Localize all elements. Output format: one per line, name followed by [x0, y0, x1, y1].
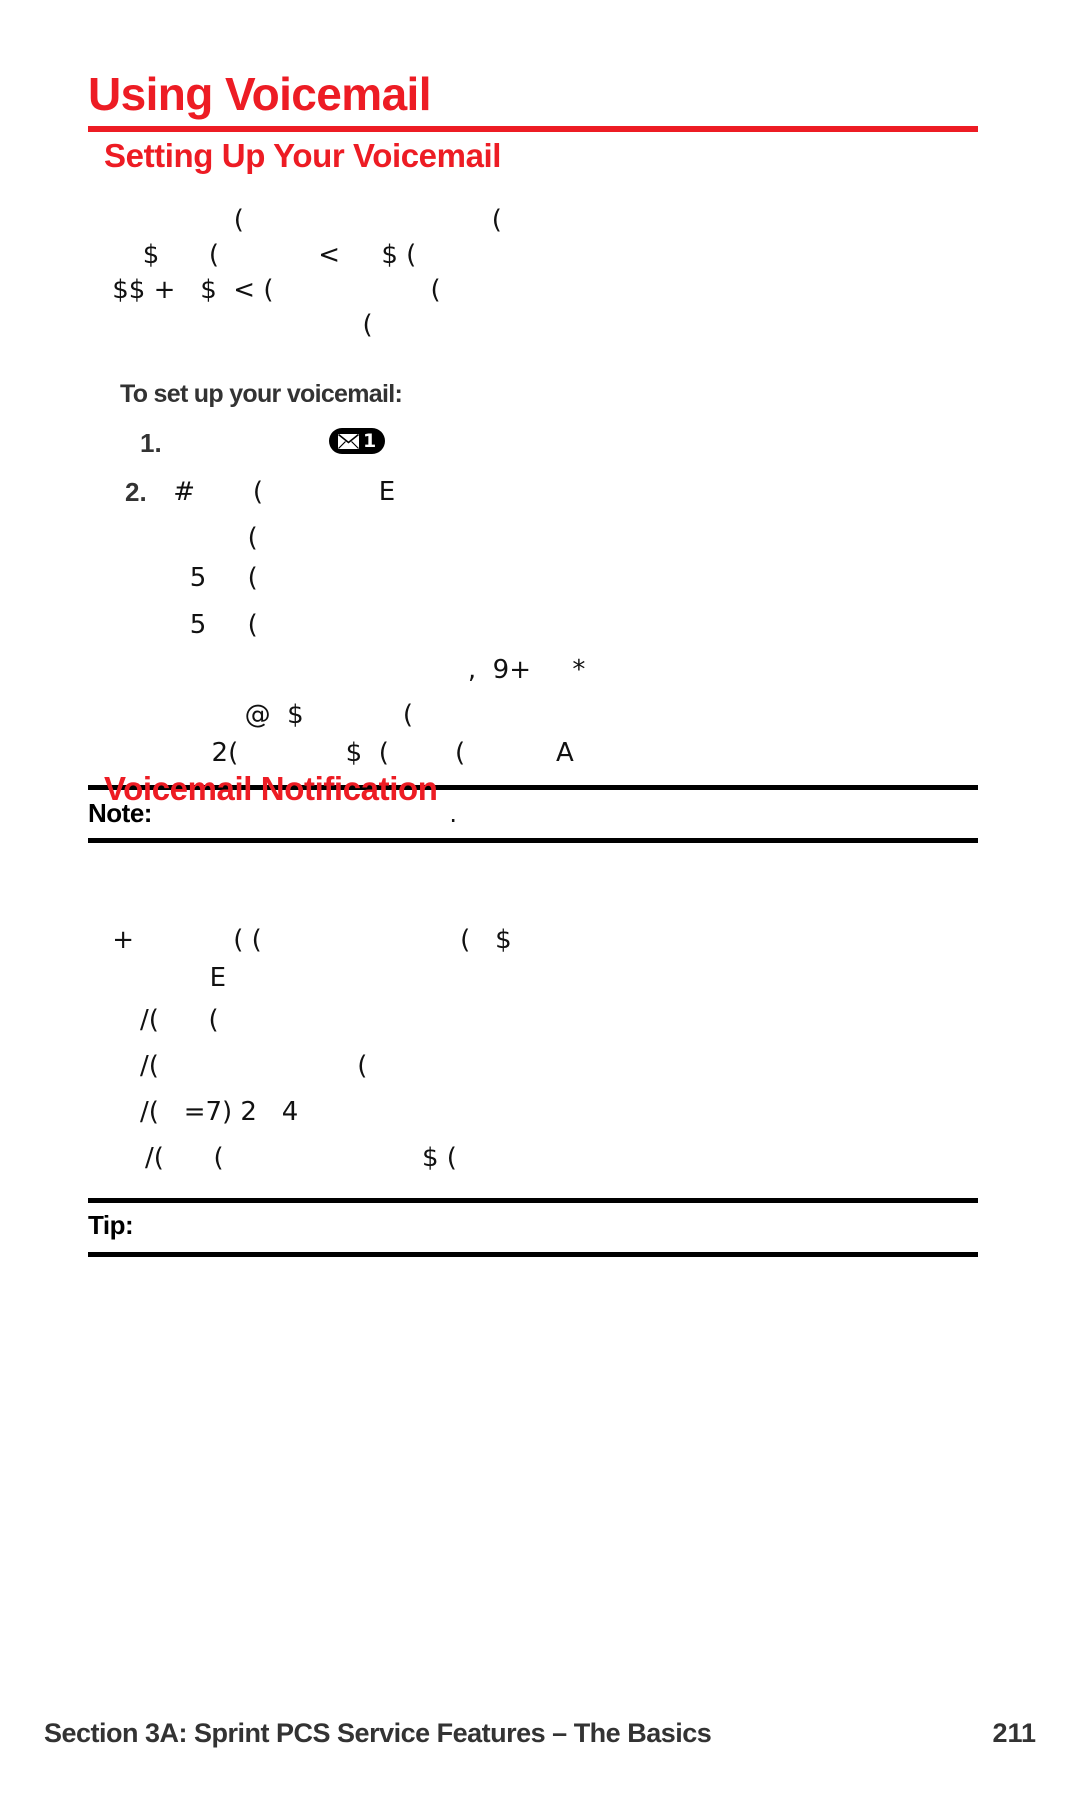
- title-divider: [88, 126, 978, 132]
- intro-line: + ( ( ( $: [104, 925, 512, 955]
- section-heading-setting-up: Setting Up Your Voicemail: [104, 137, 502, 174]
- step-detail-line: (: [165, 523, 258, 553]
- step-text: # ( E: [165, 477, 396, 507]
- runin-heading-set-up: To set up your voicemail:: [120, 380, 403, 408]
- intro-line: $ ( < $ (: [118, 240, 417, 270]
- tip-rule-bottom: [88, 1252, 978, 1257]
- document-page: Using Voicemail Setting Up Your Voicemai…: [0, 0, 1080, 1800]
- voicemail-message-badge: 1: [329, 428, 386, 454]
- step-detail-line: 5 (: [165, 610, 258, 640]
- bullet-line: /( =7) 2 4: [140, 1097, 299, 1127]
- bullet-line: /( ( $ (: [145, 1143, 457, 1173]
- intro-line: $$ + $ < ( (: [104, 275, 441, 305]
- intro-line: E: [160, 963, 227, 993]
- note-rule-bottom: [88, 838, 978, 843]
- intro-line: (: [222, 310, 373, 340]
- step-detail-line: @ $ (: [195, 700, 413, 730]
- section-heading-notification: Voicemail Notification: [104, 770, 438, 807]
- bullet-line: /( (: [140, 1005, 219, 1035]
- intro-line: ( (: [118, 205, 502, 235]
- tip-rule-top: [88, 1198, 978, 1203]
- step-detail-line: , 9+ *: [253, 655, 586, 685]
- tip-label: Tip:: [88, 1210, 134, 1240]
- footer-page-number: 211: [992, 1718, 1036, 1748]
- step-number: 2.: [125, 477, 147, 507]
- badge-count: 1: [363, 429, 377, 452]
- step-detail-line: 2( $ ( ( A: [195, 738, 574, 768]
- step-detail-line: 5 (: [165, 563, 258, 593]
- bullet-line: /( (: [140, 1051, 368, 1081]
- page-title: Using Voicemail: [88, 68, 432, 120]
- envelope-icon: [338, 433, 359, 449]
- footer-section-label: Section 3A: Sprint PCS Service Features …: [44, 1718, 712, 1748]
- step-number: 1.: [140, 428, 162, 458]
